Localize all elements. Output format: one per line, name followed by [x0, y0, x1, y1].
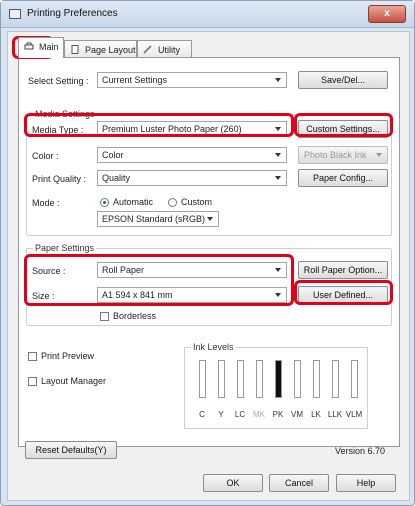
print-preview-checkbox[interactable] [28, 352, 37, 361]
ink-label-y: Y [218, 410, 224, 419]
ink-fill-pk [276, 361, 281, 397]
print-quality-label: Print Quality : [32, 174, 87, 184]
print-quality-value: Quality [102, 173, 131, 183]
color-label: Color : [32, 151, 59, 161]
mode-profile-dropdown[interactable]: EPSON Standard (sRGB) [97, 211, 219, 227]
color-dropdown[interactable]: Color [97, 147, 287, 163]
print-quality-dropdown[interactable]: Quality [97, 170, 287, 186]
roll-paper-option-button[interactable]: Roll Paper Option... [298, 261, 388, 279]
mode-automatic-label: Automatic [113, 197, 154, 207]
ink-label-lk: LK [311, 410, 321, 419]
black-ink-dropdown[interactable]: Photo Black Ink [298, 146, 388, 164]
ink-levels-group: Ink Levels C Y LC MK PK VM LK LLK VLM [184, 342, 368, 429]
version-label: Version 6.70 [335, 446, 386, 456]
save-del-button[interactable]: Save/Del... [298, 71, 388, 89]
paper-settings-title: Paper Settings [33, 243, 97, 253]
ink-bar-pk [275, 360, 282, 398]
ink-label-lc: LC [234, 410, 246, 419]
wrench-icon [143, 45, 152, 54]
ink-bar-vlm [351, 360, 358, 398]
ink-levels-title: Ink Levels [191, 342, 236, 352]
chevron-down-icon [207, 217, 213, 221]
ink-bar-y [218, 360, 225, 398]
tab-utility[interactable]: Utility [137, 40, 192, 58]
printer-icon [9, 9, 21, 19]
borderless-checkbox[interactable] [100, 312, 109, 321]
ink-label-c: C [199, 410, 205, 419]
user-defined-highlight [294, 280, 393, 305]
chevron-down-icon [275, 78, 281, 82]
tab-page-layout-label: Page Layout [85, 45, 136, 55]
mode-custom-radio[interactable] [168, 198, 177, 207]
window-title: Printing Preferences [27, 8, 118, 19]
ink-label-llk: LLK [327, 410, 343, 419]
ink-bar-mk [256, 360, 263, 398]
page-icon [71, 45, 79, 54]
ink-bar-lk [313, 360, 320, 398]
media-type-highlight [24, 113, 294, 137]
ink-label-vlm: VLM [345, 410, 363, 419]
ink-label-pk: PK [272, 410, 284, 419]
mode-label: Mode : [32, 198, 60, 208]
mode-automatic-radio[interactable] [100, 198, 109, 207]
tab-main-label: Main [39, 42, 59, 52]
print-preview-label: Print Preview [41, 351, 95, 361]
reset-defaults-button[interactable]: Reset Defaults(Y) [25, 441, 117, 459]
custom-settings-highlight [294, 113, 393, 137]
select-setting-value: Current Settings [102, 75, 168, 85]
source-size-highlight [24, 254, 294, 306]
ink-bar-llk [332, 360, 339, 398]
ink-bar-c [199, 360, 206, 398]
mode-custom-label: Custom [181, 197, 213, 207]
layout-manager-checkbox[interactable] [28, 377, 37, 386]
black-ink-value: Photo Black Ink [304, 150, 367, 160]
paper-config-button[interactable]: Paper Config... [298, 169, 388, 187]
chevron-down-icon [275, 176, 281, 180]
ink-label-vm: VM [291, 410, 303, 419]
chevron-down-icon [275, 153, 281, 157]
borderless-label: Borderless [113, 311, 157, 321]
tab-main[interactable]: Main [18, 37, 64, 58]
close-button[interactable]: x [368, 5, 406, 23]
chevron-down-icon [376, 153, 382, 157]
ink-bar-vm [294, 360, 301, 398]
title-bar[interactable]: Printing Preferences x [1, 1, 414, 28]
color-value: Color [102, 150, 124, 160]
printer-icon [24, 42, 34, 50]
ink-bar-lc [237, 360, 244, 398]
help-button[interactable]: Help [336, 474, 396, 492]
ok-button[interactable]: OK [203, 474, 263, 492]
tab-page-layout[interactable]: Page Layout [64, 40, 137, 58]
ink-label-mk: MK [253, 410, 265, 419]
select-setting-label: Select Setting : [28, 76, 89, 86]
cancel-button[interactable]: Cancel [269, 474, 329, 492]
tab-utility-label: Utility [158, 45, 180, 55]
layout-manager-label: Layout Manager [41, 376, 107, 386]
select-setting-dropdown[interactable]: Current Settings [97, 72, 287, 88]
mode-profile-value: EPSON Standard (sRGB) [102, 214, 206, 224]
